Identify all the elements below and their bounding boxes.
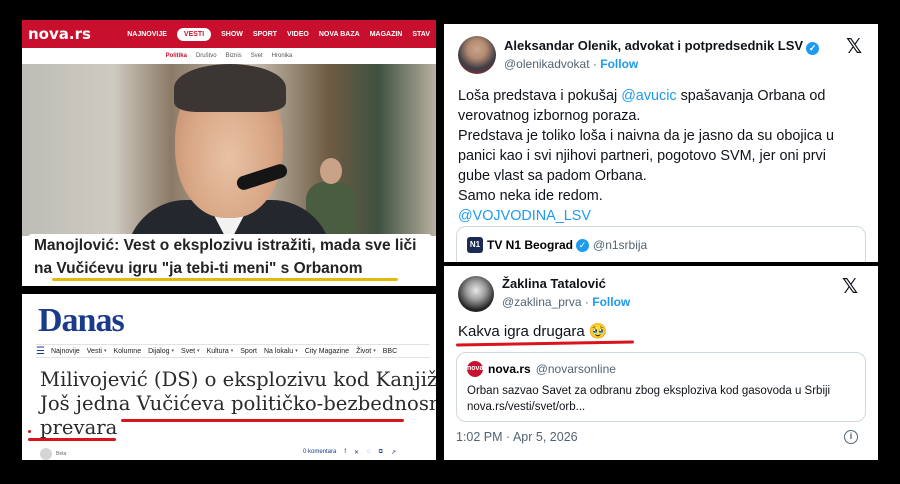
- author-name[interactable]: Beta: [56, 451, 66, 457]
- tweet-author-name[interactable]: Aleksandar Olenik, advokat i potpredsedn…: [504, 38, 820, 55]
- danas-nav-bbc[interactable]: BBC: [383, 348, 397, 355]
- nova-subnav-biznis[interactable]: Biznis: [226, 53, 242, 59]
- chevron-down-icon: ▾: [103, 348, 107, 354]
- nova-subnav-hronika[interactable]: Hronika: [272, 53, 293, 59]
- verified-badge-icon: ✓: [806, 42, 820, 55]
- red-underline-annotation: [455, 340, 635, 347]
- danas-article-screenshot: Danas ☰ Najnovije Vesti ▾ Kolumne Dijalo…: [22, 294, 436, 460]
- red-underline-annotation: [28, 438, 116, 441]
- photo-hair: [174, 64, 286, 112]
- nova-nav-vesti[interactable]: VESTI: [176, 27, 212, 41]
- tweet-tatalovic: Žaklina Tatalović @zaklina_prva · Follow…: [444, 266, 878, 460]
- danas-article-title[interactable]: Milivojević (DS) o eksplozivu kod Kanjiž…: [40, 368, 436, 440]
- x-logo-icon[interactable]: 𝕏: [842, 274, 858, 298]
- chevron-down-icon: ▾: [373, 348, 376, 354]
- nova-headline[interactable]: Manojlović: Vest o eksplozivu istražiti,…: [28, 234, 432, 282]
- quoted-author-handle: @novarsonline: [535, 362, 616, 376]
- danas-author-meta: Beta: [40, 448, 66, 460]
- mention-link[interactable]: @avucic: [621, 88, 676, 104]
- verified-badge-icon: ✓: [576, 238, 590, 252]
- nova-nav-nova-baza[interactable]: NOVA BAZA: [319, 31, 360, 38]
- tweet-author-name[interactable]: Žaklina Tatalović: [502, 276, 606, 291]
- danas-nav-kultura[interactable]: Kultura: [207, 348, 229, 355]
- follow-button[interactable]: Follow: [600, 57, 638, 71]
- danas-nav-sport[interactable]: Sport: [240, 348, 257, 355]
- share-icon[interactable]: ↗: [391, 449, 396, 456]
- danas-nav-city-magazine[interactable]: City Magazine: [305, 348, 349, 355]
- tweet-text: Loša predstava i pokušaj @avucic spašava…: [458, 86, 868, 226]
- yellow-underline-annotation: [52, 278, 398, 281]
- link-icon[interactable]: ⧉: [379, 449, 383, 456]
- nova-nav-show[interactable]: SHOW: [221, 31, 243, 38]
- danas-nav-dijalog[interactable]: Dijalog: [148, 348, 169, 355]
- facebook-icon[interactable]: f: [344, 449, 346, 456]
- nova-headline-line2: na Vučićevu igru "ja tebi-ti meni" s Orb…: [34, 260, 363, 277]
- quoted-author-handle: @n1srbija: [593, 238, 648, 252]
- quoted-tweet-text: Orban sazvao Savet za odbranu zbog ekspl…: [467, 383, 857, 415]
- nova-subnav-svet[interactable]: Svet: [251, 53, 263, 59]
- mention-link[interactable]: @VOJVODINA_LSV: [458, 206, 868, 226]
- chevron-down-icon: ▾: [197, 348, 200, 354]
- article-photo: [22, 64, 436, 236]
- nova-subnav-drustvo[interactable]: Društvo: [196, 53, 217, 59]
- danas-share-bar: 0 komentara f ✕ ◌ ⧉ ↗: [303, 449, 396, 456]
- danas-nav-najnovije[interactable]: Najnovije: [51, 348, 80, 355]
- quoted-link[interactable]: nova.rs/vesti/svet/orb...: [467, 399, 857, 415]
- nova-subnav: Politika Društvo Biznis Svet Hronika: [22, 48, 436, 64]
- nova-nav-stav[interactable]: STAV: [412, 31, 430, 38]
- nova-header: nova.rs NAJNOVIJE VESTI SHOW SPORT VIDEO…: [22, 20, 436, 48]
- tweet-author-handle: @zaklina_prva · Follow: [502, 295, 631, 309]
- nova-headline-line1: Manojlović: Vest o eksplozivu istražiti,…: [34, 237, 417, 254]
- red-dot-annotation: [28, 430, 31, 433]
- red-underline-annotation: [121, 419, 404, 422]
- author-avatar: [40, 448, 52, 460]
- x-logo-icon[interactable]: 𝕏: [846, 34, 862, 58]
- danas-nav: ☰ Najnovije Vesti ▾ Kolumne Dijalog ▾ Sv…: [36, 344, 430, 358]
- danas-title-line1: Milivojević (DS) o eksplozivu kod Kanjiž…: [40, 368, 436, 391]
- nova-nav-sport[interactable]: SPORT: [253, 31, 277, 38]
- info-icon[interactable]: i: [844, 430, 858, 444]
- danas-nav-svet[interactable]: Svet: [181, 348, 195, 355]
- danas-nav-vesti[interactable]: Vesti: [87, 348, 102, 355]
- hamburger-menu-icon[interactable]: ☰: [36, 346, 45, 357]
- danas-nav-kolumne[interactable]: Kolumne: [113, 348, 141, 355]
- chevron-down-icon: ▾: [230, 348, 234, 354]
- x-share-icon[interactable]: ✕: [354, 449, 359, 456]
- quoted-author-name: nova.rs: [488, 362, 531, 376]
- danas-nav-na-lokalu[interactable]: Na lokalu: [264, 348, 293, 355]
- nova-nav-magazin[interactable]: MAGAZIN: [370, 31, 403, 38]
- comments-link[interactable]: 0 komentara: [303, 449, 336, 456]
- quoted-author-name: TV N1 Beograd: [487, 238, 574, 252]
- follow-button[interactable]: Follow: [592, 295, 630, 309]
- danas-title-line2: Još jedna Vučićeva političko-bezbednosna: [40, 392, 436, 415]
- tweet-timestamp[interactable]: 1:02 PM · Apr 5, 2026: [456, 430, 578, 444]
- danas-nav-zivot[interactable]: Život: [356, 348, 371, 355]
- n1-logo-icon: N1: [467, 237, 483, 253]
- tweet-author-handle: @olenikadvokat · Follow: [504, 57, 639, 71]
- quoted-tweet[interactable]: N1 TV N1 Beograd ✓ @n1srbija: [456, 226, 866, 262]
- nova-logo-icon: nova: [467, 361, 483, 377]
- nova-nav-najnovije[interactable]: NAJNOVIJE: [127, 31, 167, 38]
- chevron-down-icon: ▾: [295, 348, 298, 354]
- nova-nav-video[interactable]: VIDEO: [287, 31, 309, 38]
- nova-nav: NAJNOVIJE VESTI SHOW SPORT VIDEO NOVA BA…: [117, 27, 430, 41]
- viber-icon[interactable]: ◌: [367, 449, 371, 456]
- nova-article-screenshot: nova.rs NAJNOVIJE VESTI SHOW SPORT VIDEO…: [22, 20, 436, 286]
- nova-subnav-politika[interactable]: Politika: [166, 53, 187, 59]
- avatar[interactable]: [458, 276, 494, 312]
- tweet-text: Kakva igra drugara 🥹: [458, 323, 608, 340]
- nova-logo[interactable]: nova.rs: [28, 25, 91, 43]
- quoted-tweet-header: nova nova.rs @novarsonline: [467, 361, 616, 377]
- photo-background-head: [320, 158, 342, 184]
- danas-logo[interactable]: Danas: [38, 302, 125, 340]
- quoted-tweet-header: N1 TV N1 Beograd ✓ @n1srbija: [467, 237, 647, 253]
- avatar[interactable]: [458, 36, 496, 74]
- quoted-tweet[interactable]: nova nova.rs @novarsonline Orban sazvao …: [456, 352, 866, 422]
- chevron-down-icon: ▾: [171, 348, 175, 354]
- tweet-olenik: Aleksandar Olenik, advokat i potpredsedn…: [444, 24, 878, 262]
